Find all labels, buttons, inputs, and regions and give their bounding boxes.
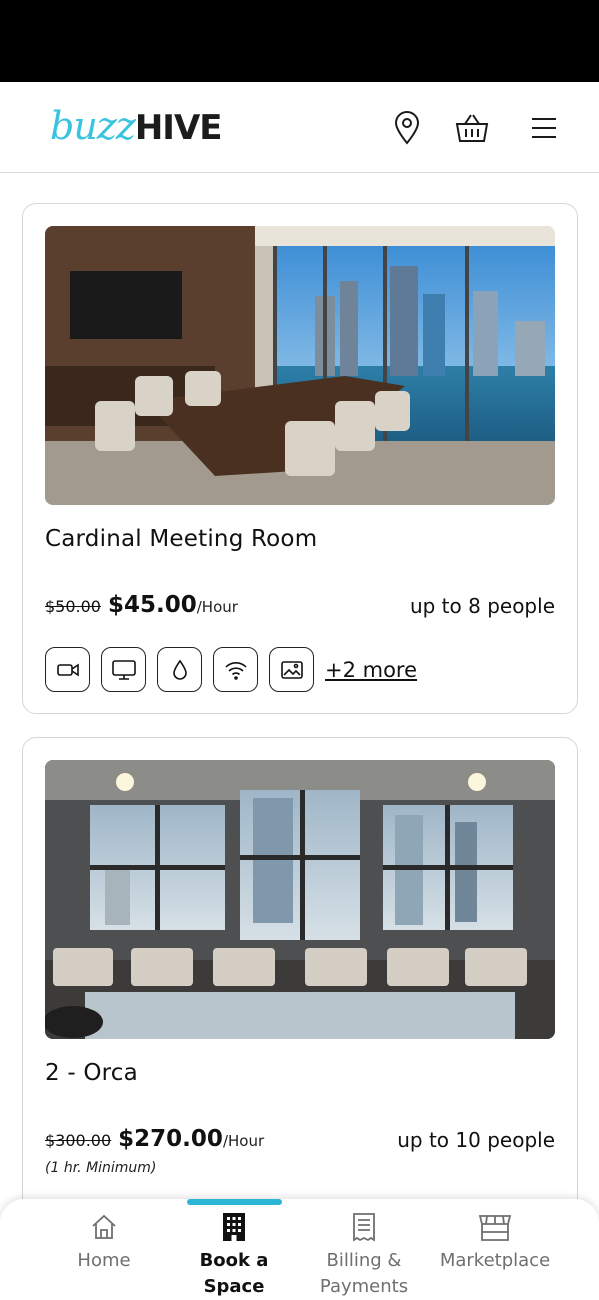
room-card[interactable]: Cardinal Meeting Room $50.00 $45.00 /Hou… [22, 203, 578, 714]
room-title[interactable]: Cardinal Meeting Room [45, 526, 317, 552]
hamburger-menu-icon[interactable] [524, 108, 564, 148]
nav-billing-label-line2: Payments [319, 1276, 409, 1297]
building-icon [221, 1212, 247, 1242]
price-unit: /Hour [196, 598, 238, 616]
capacity-text: up to 8 people [409, 594, 555, 618]
nav-marketplace-label: Marketplace [439, 1250, 551, 1271]
room-photo[interactable] [45, 226, 555, 505]
water-drop-icon[interactable] [157, 647, 202, 692]
logo-hive-text: HIVE [134, 108, 223, 148]
discounted-price: $45.00 [107, 592, 197, 618]
room-photo[interactable] [45, 760, 555, 1039]
picture-icon[interactable] [269, 647, 314, 692]
capacity-text: up to 10 people [397, 1128, 555, 1152]
nav-marketplace[interactable]: Marketplace [432, 1199, 558, 1300]
wifi-icon[interactable] [213, 647, 258, 692]
original-price: $50.00 [45, 597, 101, 616]
home-icon [90, 1212, 118, 1242]
price-row: $50.00 $45.00 /Hour [45, 592, 238, 618]
original-price: $300.00 [45, 1131, 112, 1150]
more-amenities-link[interactable]: +2 more [325, 658, 417, 682]
nav-home-label: Home [77, 1250, 131, 1271]
nav-home[interactable]: Home [54, 1199, 154, 1300]
bottom-navigation: Home Book a Space Billing & Payments Mar… [0, 1199, 599, 1300]
discounted-price: $270.00 [118, 1126, 223, 1152]
location-pin-icon[interactable] [387, 108, 427, 148]
nav-billing-label-line1: Billing & [326, 1250, 402, 1271]
room-list: Cardinal Meeting Room $50.00 $45.00 /Hou… [0, 173, 599, 1300]
nav-book-a-space[interactable]: Book a Space [184, 1199, 284, 1300]
room-title[interactable]: 2 - Orca [45, 1060, 138, 1086]
buzzhive-logo[interactable]: buzz HIVE [50, 104, 222, 150]
price-row: $300.00 $270.00 /Hour [45, 1126, 264, 1152]
logo-buzz-text: buzz [50, 104, 136, 148]
nav-book-label-line2: Space [203, 1276, 265, 1297]
basket-icon[interactable] [452, 108, 492, 148]
nav-book-label: Book a Space [200, 1248, 269, 1300]
price-unit: /Hour [222, 1132, 265, 1150]
amenity-list: +2 more [45, 647, 417, 692]
monitor-icon[interactable] [101, 647, 146, 692]
receipt-icon [351, 1212, 377, 1242]
status-bar [0, 0, 599, 82]
video-camera-icon[interactable] [45, 647, 90, 692]
nav-billing-payments[interactable]: Billing & Payments [304, 1199, 424, 1300]
app-header: buzz HIVE [0, 82, 599, 173]
nav-billing-label: Billing & Payments [320, 1248, 408, 1300]
minimum-booking-note: (1 hr. Minimum) [45, 1160, 157, 1176]
nav-book-label-line1: Book a [199, 1250, 269, 1271]
storefront-icon [478, 1212, 512, 1242]
